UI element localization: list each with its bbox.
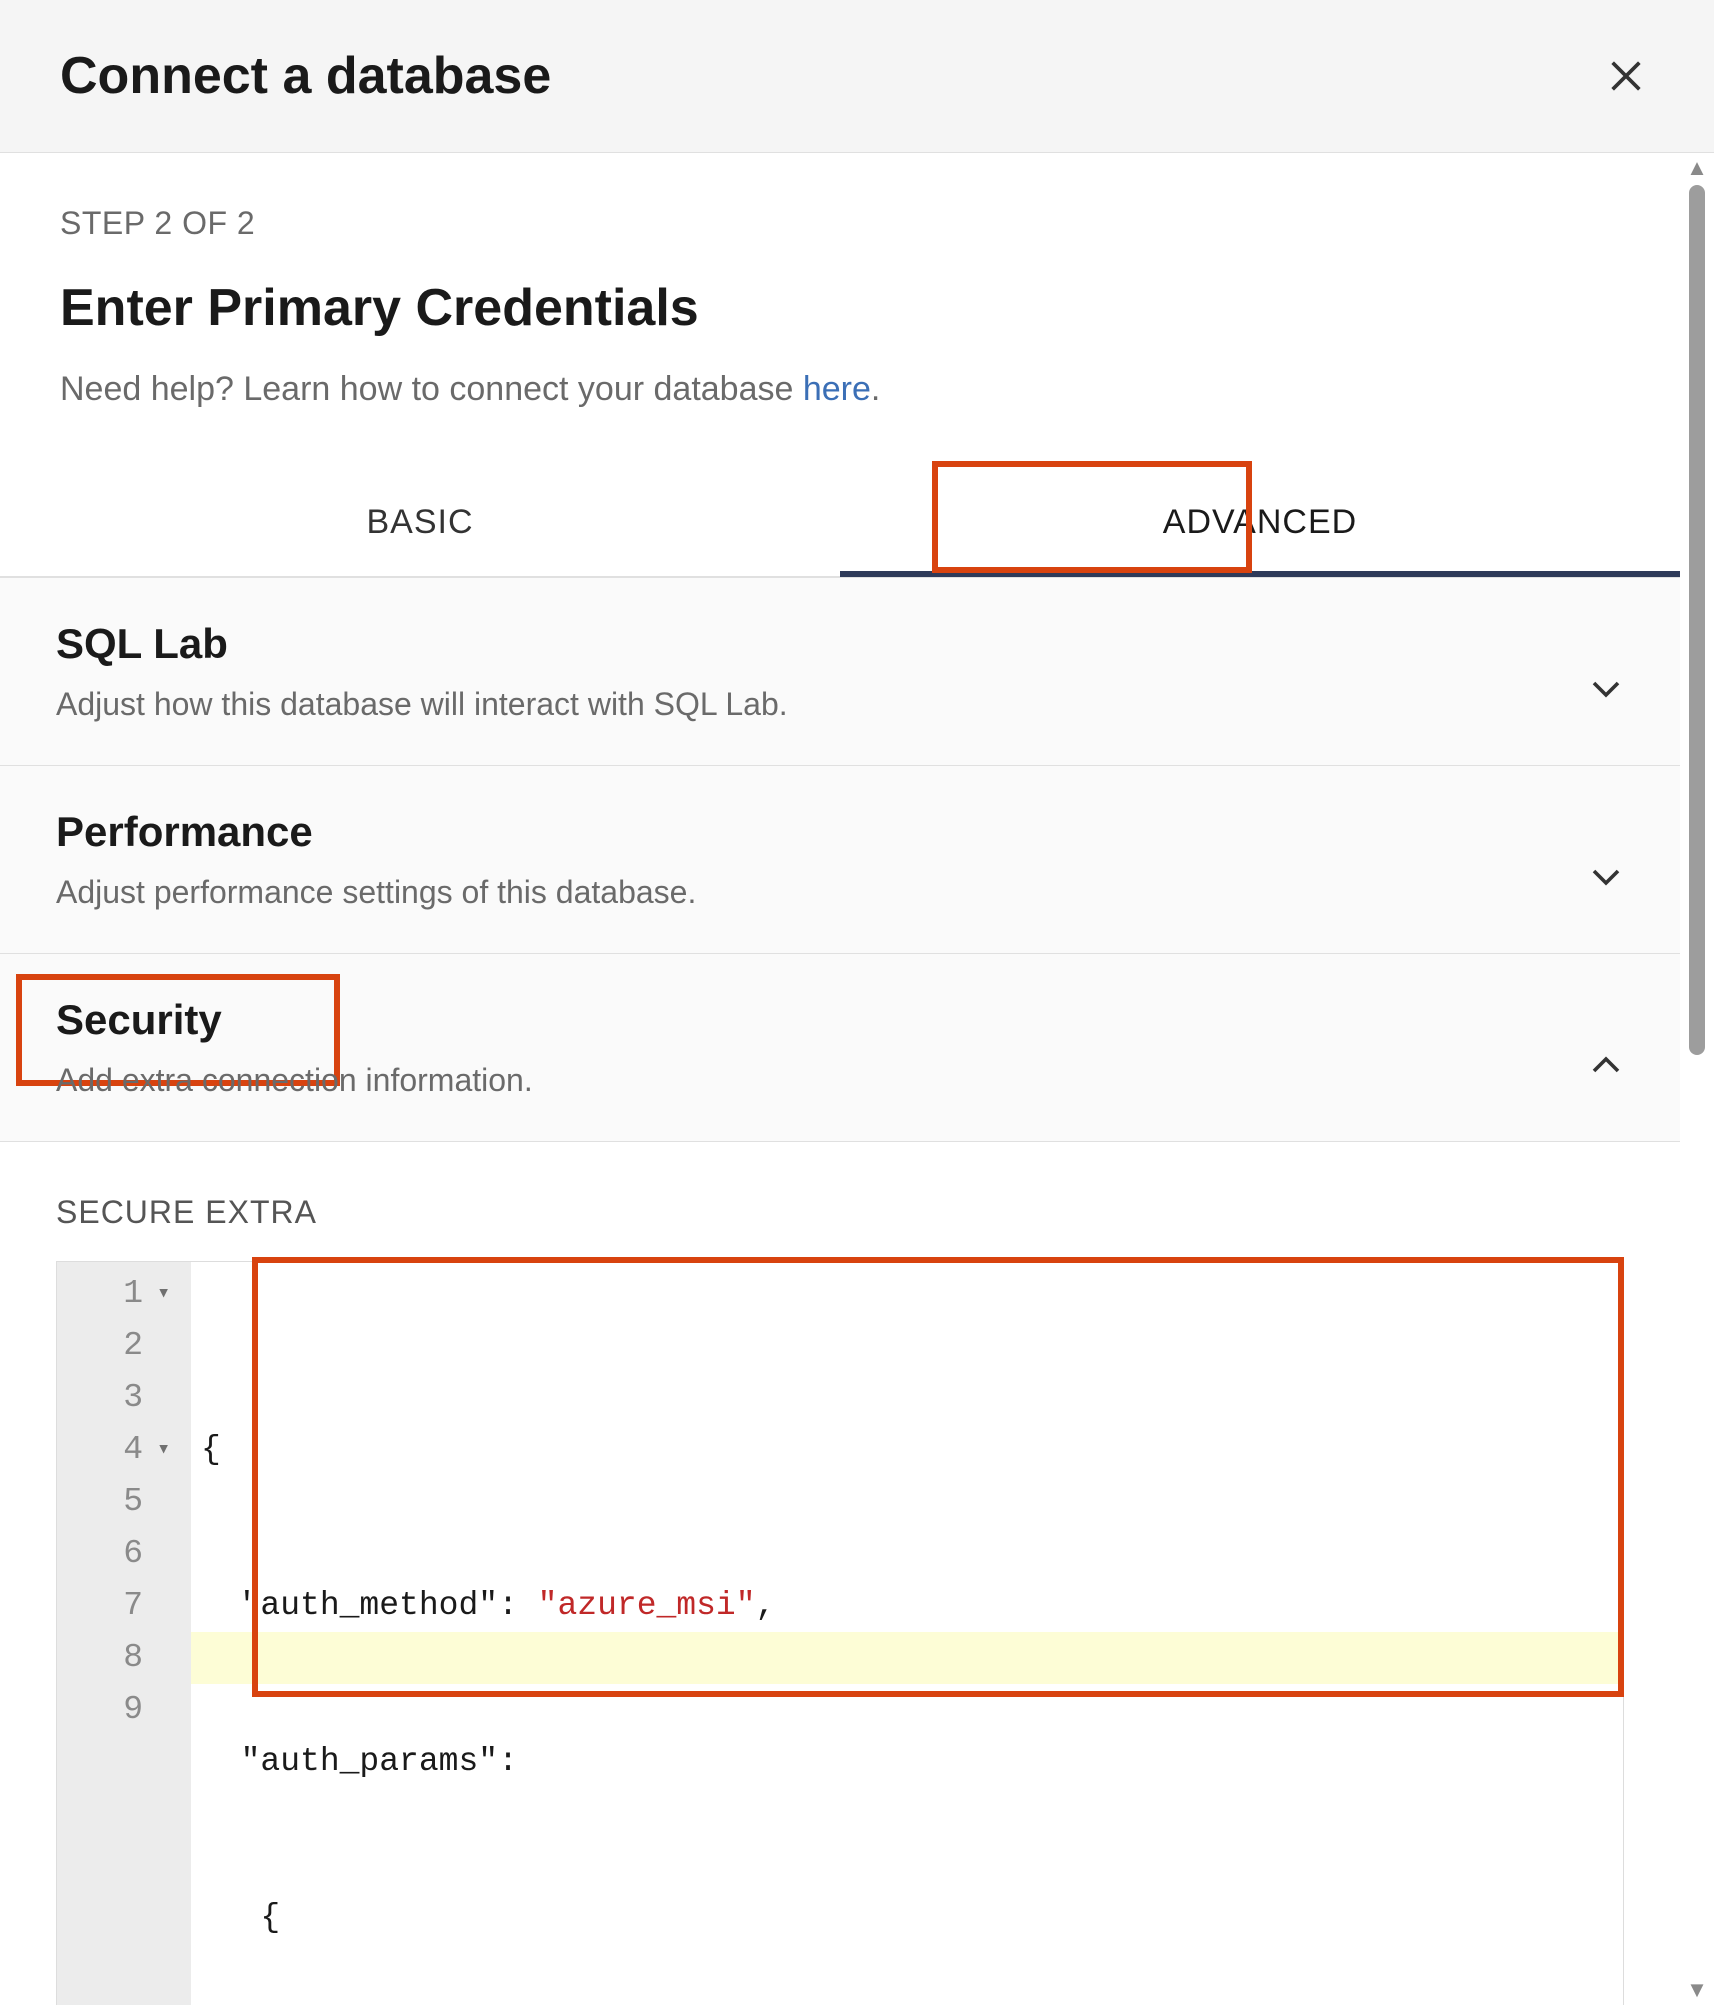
fold-marker xyxy=(157,1632,181,1684)
tab-advanced[interactable]: ADVANCED xyxy=(840,469,1680,576)
help-text: Need help? Learn how to connect your dat… xyxy=(0,370,1680,409)
fold-marker-icon[interactable]: ▾ xyxy=(157,1424,181,1476)
modal-title: Connect a database xyxy=(60,46,551,106)
line-number: 5 xyxy=(77,1476,143,1528)
section-sql-lab: SQL Lab Adjust how this database will in… xyxy=(0,578,1680,766)
chevron-down-icon xyxy=(1588,671,1624,707)
modal-header: Connect a database xyxy=(0,0,1714,153)
fold-marker xyxy=(157,1372,181,1424)
fold-marker xyxy=(157,1684,181,1736)
fold-marker-icon[interactable]: ▾ xyxy=(157,1268,181,1320)
code-line: "auth_method": "azure_msi", xyxy=(201,1580,1613,1632)
line-number: 1 xyxy=(77,1268,143,1320)
section-sql-lab-desc: Adjust how this database will interact w… xyxy=(56,686,788,723)
line-number: 9 xyxy=(77,1684,143,1736)
secure-extra-editor[interactable]: 1 2 3 4 5 6 7 8 9 ▾ xyxy=(56,1261,1624,2005)
section-performance-desc: Adjust performance settings of this data… xyxy=(56,874,696,911)
close-button[interactable] xyxy=(1598,48,1654,104)
code-line: "auth_params": xyxy=(201,1736,1613,1788)
line-number: 3 xyxy=(77,1372,143,1424)
connect-database-modal: Connect a database STEP 2 OF 2 Enter Pri… xyxy=(0,0,1714,2005)
tab-basic[interactable]: BASIC xyxy=(0,469,840,576)
secure-extra-editor-wrap: 1 2 3 4 5 6 7 8 9 ▾ xyxy=(56,1261,1624,2005)
section-security-desc: Add extra connection information. xyxy=(56,1062,533,1099)
scroll-down-arrow-icon[interactable]: ▼ xyxy=(1686,1979,1708,2001)
editor-code[interactable]: { "auth_method": "azure_msi", "auth_para… xyxy=(191,1262,1623,2005)
section-security-title: Security xyxy=(56,996,222,1044)
scroll-up-arrow-icon[interactable]: ▲ xyxy=(1686,157,1708,179)
editor-gutter: 1 2 3 4 5 6 7 8 9 xyxy=(57,1262,157,2005)
section-security-header[interactable]: Security Add extra connection informatio… xyxy=(56,996,1624,1099)
help-link[interactable]: here xyxy=(803,370,871,408)
fold-marker xyxy=(157,1580,181,1632)
editor-active-line xyxy=(191,1632,1623,1684)
scroll-thumb[interactable] xyxy=(1689,185,1705,1055)
modal-body: STEP 2 OF 2 Enter Primary Credentials Ne… xyxy=(0,153,1680,2005)
section-performance: Performance Adjust performance settings … xyxy=(0,766,1680,954)
code-line: { xyxy=(201,1424,1613,1476)
close-icon xyxy=(1606,56,1646,96)
section-security: Security Add extra connection informatio… xyxy=(0,954,1680,1142)
scroll-track[interactable] xyxy=(1687,185,1707,1973)
secure-extra-label: SECURE EXTRA xyxy=(56,1194,1624,1231)
help-prefix: Need help? Learn how to connect your dat… xyxy=(60,370,803,408)
help-suffix: . xyxy=(871,370,880,408)
fold-marker xyxy=(157,1320,181,1372)
modal-body-outer: STEP 2 OF 2 Enter Primary Credentials Ne… xyxy=(0,153,1714,2005)
fold-marker xyxy=(157,1476,181,1528)
page-title: Enter Primary Credentials xyxy=(0,278,1680,338)
chevron-down-icon xyxy=(1588,859,1624,895)
code-line: { xyxy=(201,1892,1613,1944)
line-number: 6 xyxy=(77,1528,143,1580)
line-number: 7 xyxy=(77,1580,143,1632)
section-performance-title: Performance xyxy=(56,808,313,856)
chevron-up-icon xyxy=(1588,1047,1624,1083)
section-performance-header[interactable]: Performance Adjust performance settings … xyxy=(56,808,1624,911)
tabs: BASIC ADVANCED xyxy=(0,469,1680,577)
advanced-accordion: SQL Lab Adjust how this database will in… xyxy=(0,577,1680,2005)
line-number: 2 xyxy=(77,1320,143,1372)
section-security-body: SECURE EXTRA 1 2 3 4 5 6 7 xyxy=(0,1142,1680,2005)
editor-fold-column: ▾ ▾ xyxy=(157,1262,191,2005)
step-indicator: STEP 2 OF 2 xyxy=(0,205,1680,242)
fold-marker xyxy=(157,1528,181,1580)
line-number: 8 xyxy=(77,1632,143,1684)
scrollbar[interactable]: ▲ ▼ xyxy=(1680,153,1714,2005)
section-sql-lab-title: SQL Lab xyxy=(56,620,228,668)
section-sql-lab-header[interactable]: SQL Lab Adjust how this database will in… xyxy=(56,620,1624,723)
line-number: 4 xyxy=(77,1424,143,1476)
